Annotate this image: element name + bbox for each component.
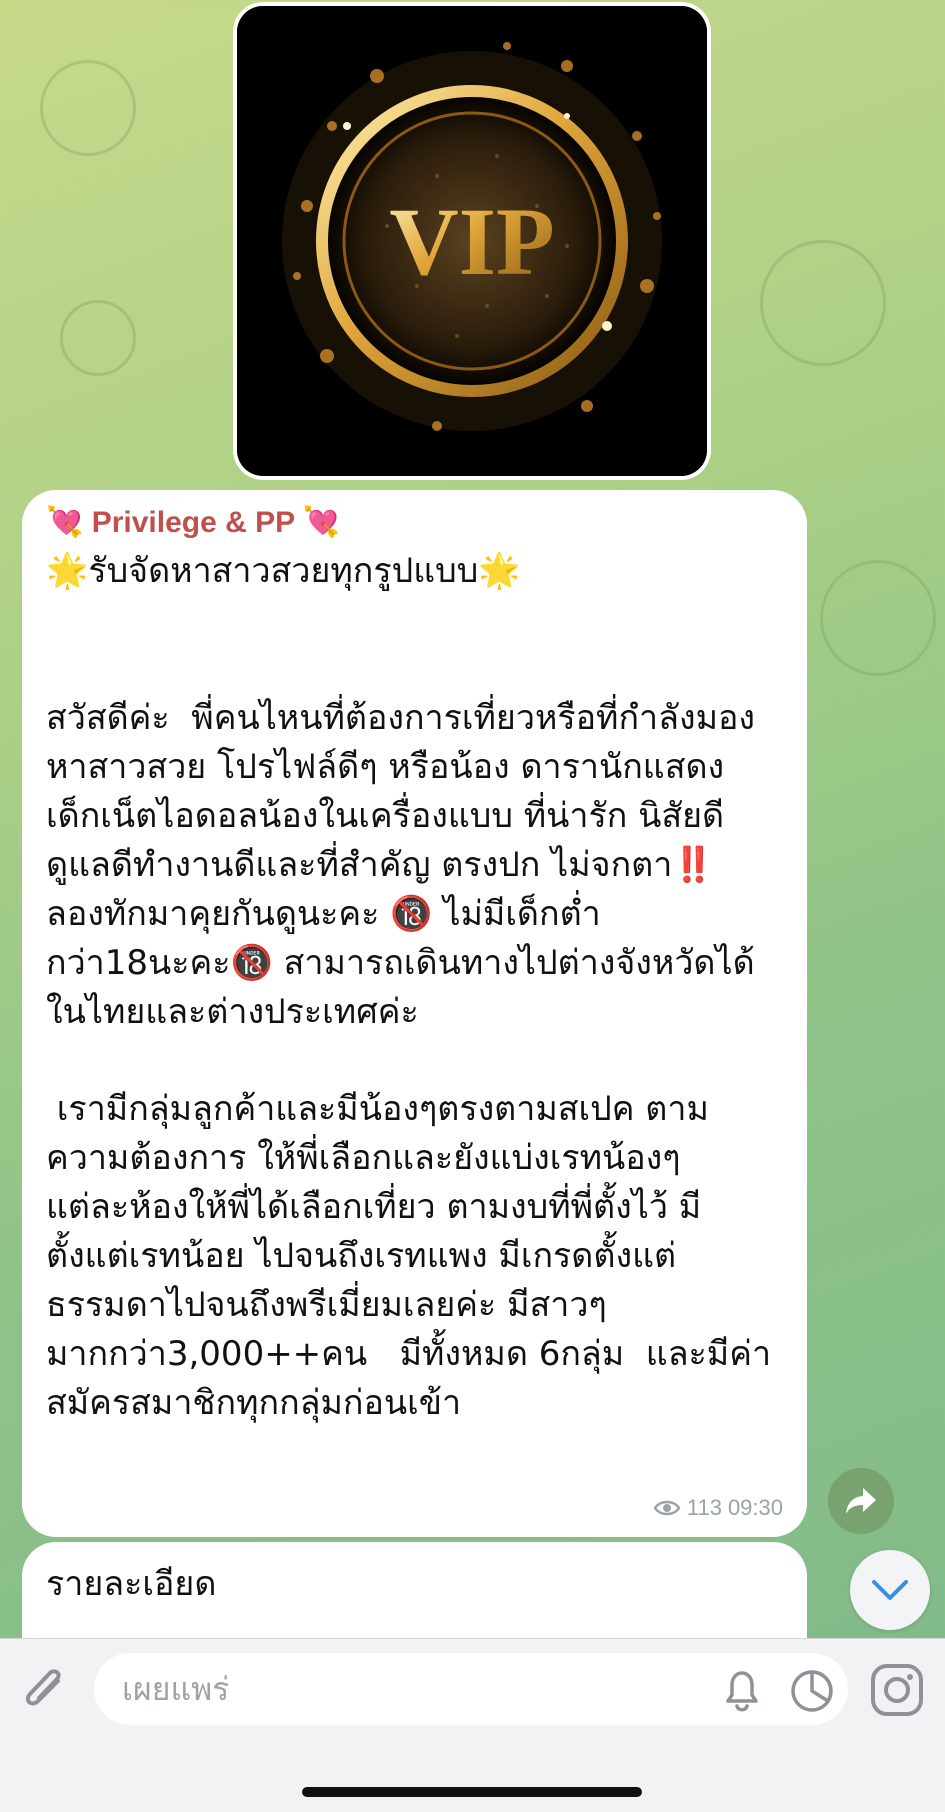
post-text-line: สมัครสมาชิกทุกกลุ่มก่อนเข้า (46, 1383, 462, 1423)
forward-arrow-icon (846, 1488, 876, 1514)
post-text-line: ในไทยและต่างประเทศค่ะ (46, 992, 419, 1032)
background-doodle (60, 300, 136, 376)
post-text-line: หาสาวสวย โปรไฟล์ดีๆ หรือน้อง ดารานักแสดง (46, 747, 725, 787)
input-bar: เผยแพร่ (0, 1638, 945, 1812)
forward-button[interactable] (828, 1468, 894, 1534)
scroll-down-button[interactable] (850, 1550, 930, 1630)
post-text-line: แต่ละห้องให้พี่ได้เลือกเที่ยว ตามงบที่พี… (46, 1187, 702, 1227)
post-text-line: ดูแลดีทำงานดีและที่สำคัญ ตรงปก ไม่จกตา‼️ (46, 845, 715, 885)
chevron-down-icon (872, 1580, 908, 1600)
home-indicator (302, 1787, 642, 1797)
background-doodle (760, 240, 886, 366)
vip-badge-image[interactable]: VIP (237, 6, 707, 476)
paperclip-icon[interactable] (20, 1661, 70, 1717)
post-meta: 113 09:30 (653, 1495, 783, 1521)
post-time: 09:30 (727, 1495, 783, 1520)
timer-icon[interactable] (788, 1667, 836, 1715)
eye-icon (653, 1500, 681, 1516)
post-text-line: ลองทักมาคุยกันดูนะคะ 🔞 ไม่มีเด็กต่ำ (46, 894, 601, 934)
post-text-line: มากกว่า3,000++คน มีทั้งหมด 6กลุ่ม และมีค… (46, 1334, 772, 1374)
view-count: 113 (686, 1495, 722, 1520)
post-text-line: ธรรมดาไปจนถึงพรีเมี่ยมเลยค่ะ มีสาวๆ (46, 1285, 607, 1325)
message-input-placeholder: เผยแพร่ (122, 1670, 230, 1708)
vip-logo-text: VIP (389, 188, 554, 295)
post-heading: 🌟รับจัดหาสาวสวยทุกรูปแบบ🌟 (46, 551, 521, 591)
post-text-line: ความต้องการ ให้พี่เลือกและยังแบ่งเรทน้อง… (46, 1138, 681, 1178)
post-sender-name[interactable]: 💘 Privilege & PP 💘 (46, 500, 783, 546)
vip-badge-graphic: VIP (237, 6, 707, 476)
instagram-icon[interactable] (868, 1661, 926, 1719)
post-text-line: สวัสดีค่ะ พี่คนไหนที่ต้องการเที่ยวหรือที… (46, 698, 756, 738)
background-doodle (820, 560, 936, 676)
post-text-line: ตั้งแต่เรทน้อย ไปจนถึงเรทแพง มีเกรดตั้งแ… (46, 1236, 677, 1276)
channel-post-bubble[interactable]: 💘 Privilege & PP 💘 🌟รับจัดหาสาวสวยทุกรูป… (22, 490, 807, 1537)
post-text-line: กว่า18นะคะ🔞 สามารถเดินทางไปต่างจังหวัดได… (46, 943, 755, 983)
post-text-line: เรามีกลุ่มลูกค้าและมีน้องๆตรงตามสเปค ตาม (46, 1089, 709, 1129)
next-post-text: รายละเอียด (46, 1564, 217, 1604)
background-doodle (40, 60, 136, 156)
post-text-line: เด็กเน็ตไอดอลน้องในเครื่องแบบ ที่น่ารัก … (46, 796, 725, 836)
bell-icon[interactable] (720, 1667, 764, 1715)
